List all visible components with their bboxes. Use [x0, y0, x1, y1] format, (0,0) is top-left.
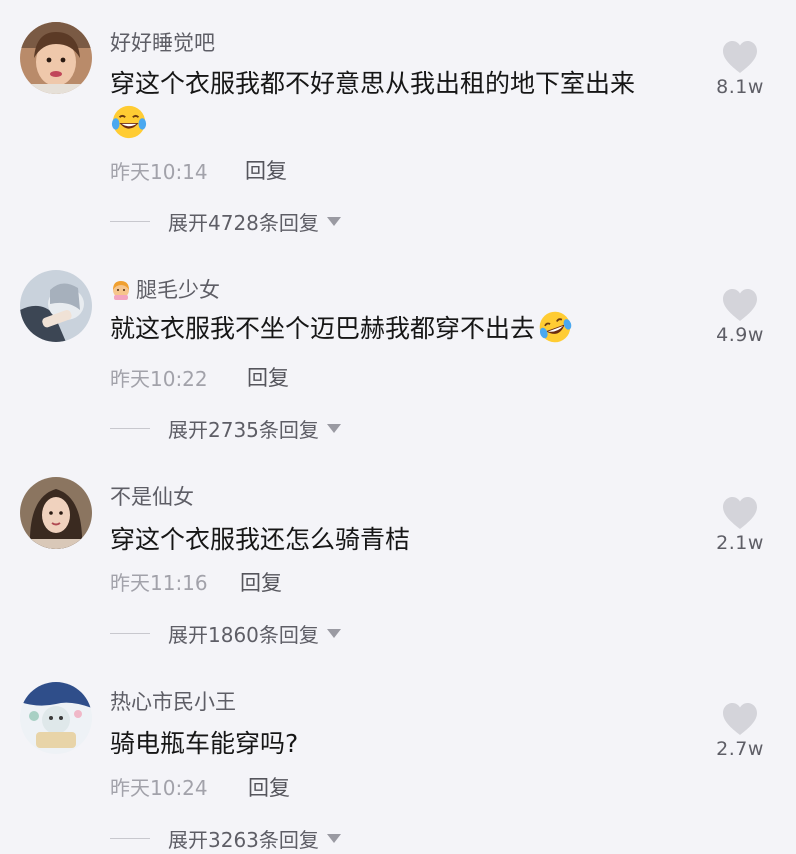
divider-dash — [110, 221, 150, 222]
reply-button[interactable]: 回复 — [247, 362, 289, 392]
avatar[interactable] — [20, 477, 92, 549]
chevron-down-icon — [326, 217, 341, 226]
comment-text-body: 就这衣服我不坐个迈巴赫我都穿不出去 — [110, 314, 536, 343]
expand-replies-button[interactable]: 展开4728条回复 — [110, 207, 341, 236]
reply-button[interactable]: 回复 — [248, 772, 290, 802]
comment-timestamp: 昨天11:16 — [110, 571, 208, 595]
comment-text: 穿这个衣服我还怎么骑青桔 — [110, 520, 410, 556]
like-button[interactable]: 4.9w — [704, 288, 776, 346]
comment-text-body: 穿这个衣服我还怎么骑青桔 — [110, 525, 411, 554]
girl-emoji-icon — [113, 281, 129, 300]
expand-replies-label: 展开1860条回复 — [168, 623, 319, 647]
like-count: 4.9w — [716, 324, 764, 346]
divider-dash — [110, 428, 150, 429]
like-count: 2.7w — [716, 738, 764, 760]
comment-timestamp: 昨天10:22 — [110, 367, 208, 391]
expand-replies-button[interactable]: 展开1860条回复 — [110, 619, 341, 648]
comment-text: 就这衣服我不坐个迈巴赫我都穿不出去 — [110, 309, 573, 345]
avatar[interactable] — [20, 270, 92, 342]
chevron-down-icon — [326, 629, 341, 638]
avatar[interactable] — [20, 682, 92, 754]
like-button[interactable]: 2.1w — [704, 496, 776, 554]
heart-icon — [723, 289, 757, 321]
comment-text: 骑电瓶车能穿吗? — [110, 724, 298, 760]
expand-replies-button[interactable]: 展开2735条回复 — [110, 414, 341, 443]
comment-username[interactable]: 不是仙女 — [110, 481, 194, 511]
expand-replies-label: 展开2735条回复 — [168, 418, 319, 442]
divider-dash — [110, 633, 150, 634]
divider-dash — [110, 838, 150, 839]
chevron-down-icon — [326, 424, 341, 433]
like-count: 2.1w — [716, 532, 764, 554]
reply-button[interactable]: 回复 — [240, 567, 282, 597]
heart-icon — [723, 703, 757, 735]
comment-username[interactable]: 腿毛少女 — [110, 274, 220, 304]
chevron-down-icon — [326, 834, 341, 843]
like-button[interactable]: 2.7w — [704, 702, 776, 760]
expand-replies-button[interactable]: 展开3263条回复 — [110, 824, 341, 853]
comment-item: 热心市民小王 骑电瓶车能穿吗? 昨天10:24 回复 展开3263条回复 2.7… — [0, 0, 796, 852]
rolling-laughing-emoji-icon — [539, 311, 572, 343]
comment-username-text: 腿毛少女 — [136, 278, 220, 302]
heart-icon — [723, 497, 757, 529]
expand-replies-label: 展开3263条回复 — [168, 828, 319, 852]
comment-username[interactable]: 热心市民小王 — [110, 686, 236, 716]
comment-text-body: 骑电瓶车能穿吗? — [110, 729, 299, 758]
expand-replies-label: 展开4728条回复 — [168, 211, 319, 235]
comment-timestamp: 昨天10:24 — [110, 776, 208, 800]
